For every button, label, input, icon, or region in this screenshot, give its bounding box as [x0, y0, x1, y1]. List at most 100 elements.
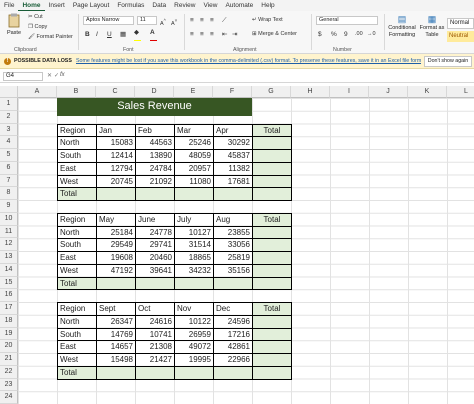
column-header-g[interactable]: G — [252, 86, 291, 98]
region-cell[interactable]: South — [57, 238, 97, 252]
value-cell[interactable]: 13890 — [135, 149, 175, 163]
cut-button[interactable]: ✂ Cut — [28, 14, 43, 21]
region-cell[interactable]: North — [57, 136, 97, 150]
value-cell[interactable]: 12414 — [96, 149, 136, 163]
header-cell[interactable]: Apr — [213, 123, 253, 138]
header-cell[interactable]: Mar — [174, 123, 214, 138]
total-row-cell[interactable] — [174, 276, 214, 291]
value-cell[interactable]: 18865 — [174, 251, 214, 265]
total-value-cell[interactable] — [252, 327, 292, 342]
row-header-8[interactable]: 8 — [0, 187, 18, 200]
total-value-cell[interactable] — [252, 149, 292, 163]
row-header-13[interactable]: 13 — [0, 251, 18, 264]
value-cell[interactable]: 14769 — [96, 327, 136, 342]
tab-insert[interactable]: Insert — [45, 0, 69, 11]
row-header-3[interactable]: 3 — [0, 123, 18, 137]
total-row-cell[interactable] — [135, 365, 175, 380]
row-header-9[interactable]: 9 — [0, 200, 18, 213]
total-header-cell[interactable]: Total — [252, 123, 292, 138]
header-cell[interactable]: Sept — [96, 302, 136, 316]
value-cell[interactable]: 44563 — [135, 136, 175, 150]
increase-decimal-button[interactable]: .00 — [355, 31, 363, 38]
region-cell[interactable]: South — [57, 149, 97, 163]
total-row-cell[interactable] — [213, 365, 253, 380]
tab-view[interactable]: View — [199, 0, 221, 11]
value-cell[interactable]: 10741 — [135, 327, 175, 342]
conditional-formatting-button[interactable]: ▤ Conditional Formatting — [386, 14, 418, 38]
column-header-e[interactable]: E — [174, 86, 213, 98]
value-cell[interactable]: 25246 — [174, 136, 214, 150]
tab-help[interactable]: Help — [257, 0, 278, 11]
value-cell[interactable]: 34232 — [174, 263, 214, 278]
total-value-cell[interactable] — [252, 353, 292, 367]
region-cell[interactable]: South — [57, 327, 97, 342]
value-cell[interactable]: 24778 — [135, 225, 175, 240]
row-header-4[interactable]: 4 — [0, 136, 18, 149]
italic-button[interactable]: I — [96, 31, 98, 38]
column-header-i[interactable]: I — [330, 86, 369, 98]
column-header-l[interactable]: L — [447, 86, 474, 98]
increase-indent-icon[interactable]: ⇥ — [232, 31, 237, 38]
row-header-14[interactable]: 14 — [0, 263, 18, 277]
column-header-d[interactable]: D — [135, 86, 174, 98]
align-center-icon[interactable]: ≡ — [200, 31, 204, 38]
align-right-icon[interactable]: ≡ — [210, 31, 214, 38]
value-cell[interactable]: 31514 — [174, 238, 214, 252]
header-cell[interactable]: Region — [57, 302, 97, 316]
increase-font-size-icon[interactable]: A^ — [160, 17, 166, 28]
value-cell[interactable]: 21092 — [135, 174, 175, 189]
value-cell[interactable]: 25819 — [213, 251, 253, 265]
top-align-icon[interactable]: ≡ — [190, 17, 194, 24]
total-row-cell[interactable] — [252, 187, 292, 201]
value-cell[interactable]: 10122 — [174, 314, 214, 329]
value-cell[interactable]: 45837 — [213, 149, 253, 163]
currency-button[interactable]: $ — [318, 31, 322, 38]
decrease-indent-icon[interactable]: ⇤ — [222, 31, 227, 38]
value-cell[interactable]: 47192 — [96, 263, 136, 278]
column-header-c[interactable]: C — [96, 86, 135, 98]
font-name-select[interactable]: Aptos Narrow — [83, 16, 134, 25]
decrease-decimal-button[interactable]: →0 — [367, 31, 376, 38]
row-header-18[interactable]: 18 — [0, 314, 18, 328]
value-cell[interactable]: 17681 — [213, 174, 253, 189]
bottom-align-icon[interactable]: ≡ — [210, 17, 214, 24]
column-header-f[interactable]: F — [213, 86, 252, 98]
row-header-23[interactable]: 23 — [0, 378, 18, 392]
region-cell[interactable]: East — [57, 340, 97, 354]
total-row-cell[interactable] — [213, 187, 253, 201]
cell-style-normal[interactable]: Normal — [447, 18, 474, 29]
value-cell[interactable]: 22966 — [213, 353, 253, 367]
total-row-label[interactable]: Total — [57, 365, 97, 380]
total-value-cell[interactable] — [252, 263, 292, 278]
row-header-10[interactable]: 10 — [0, 212, 18, 226]
align-left-icon[interactable]: ≡ — [190, 31, 194, 38]
value-cell[interactable]: 39641 — [135, 263, 175, 278]
column-header-a[interactable]: A — [18, 86, 57, 98]
number-format-select[interactable]: General — [316, 16, 378, 25]
dont-show-again-button[interactable]: Don't show again — [424, 56, 472, 67]
value-cell[interactable]: 21427 — [135, 353, 175, 367]
value-cell[interactable]: 30292 — [213, 136, 253, 150]
header-cell[interactable]: Oct — [135, 302, 175, 316]
tab-page-layout[interactable]: Page Layout — [69, 0, 114, 11]
enter-icon[interactable]: ✓ — [54, 72, 59, 79]
header-cell[interactable]: Feb — [135, 123, 175, 138]
value-cell[interactable]: 29549 — [96, 238, 136, 252]
column-header-b[interactable]: B — [57, 86, 96, 98]
row-header-21[interactable]: 21 — [0, 353, 18, 366]
wrap-text-button[interactable]: ↵ Wrap Text — [252, 17, 283, 24]
header-cell[interactable]: Region — [57, 212, 97, 227]
row-header-16[interactable]: 16 — [0, 289, 18, 302]
total-row-cell[interactable] — [252, 276, 292, 291]
header-cell[interactable]: Nov — [174, 302, 214, 316]
row-header-6[interactable]: 6 — [0, 161, 18, 175]
total-row-cell[interactable] — [213, 276, 253, 291]
header-cell[interactable]: Dec — [213, 302, 253, 316]
total-row-label[interactable]: Total — [57, 276, 97, 291]
value-cell[interactable]: 19608 — [96, 251, 136, 265]
bold-button[interactable]: B — [85, 31, 90, 38]
comma-style-button[interactable]: 9 — [344, 31, 348, 38]
region-cell[interactable]: West — [57, 353, 97, 367]
percent-button[interactable]: % — [331, 31, 337, 38]
header-cell[interactable]: June — [135, 212, 175, 227]
